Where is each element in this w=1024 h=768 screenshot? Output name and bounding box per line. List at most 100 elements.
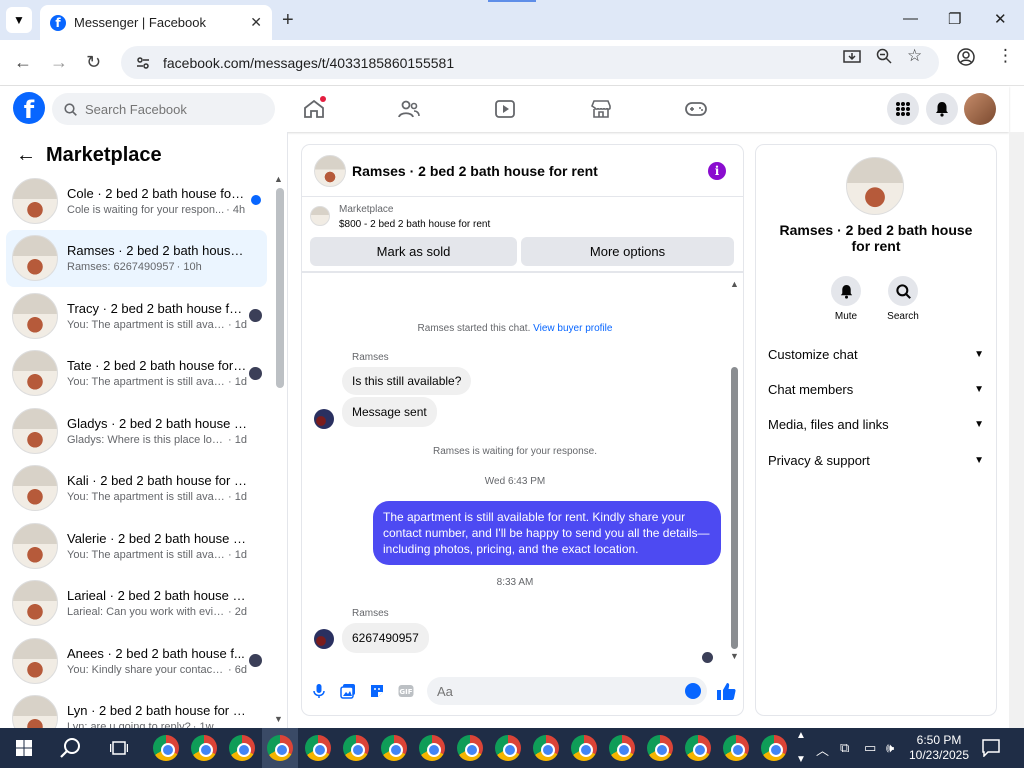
incoming-message[interactable]: Message sent bbox=[342, 397, 437, 427]
chat-scroll-up-arrow[interactable]: ▲ bbox=[730, 279, 739, 289]
chrome-taskbar-icon[interactable] bbox=[647, 735, 673, 761]
chrome-taskbar-icon[interactable] bbox=[305, 735, 331, 761]
privacy-support-row[interactable]: Privacy & support ▼ bbox=[768, 448, 984, 472]
windows-start-icon[interactable] bbox=[16, 740, 32, 756]
facebook-logo-icon[interactable]: f bbox=[13, 92, 45, 124]
gaming-icon[interactable] bbox=[685, 99, 707, 119]
sticker-icon[interactable] bbox=[369, 683, 385, 699]
emoji-icon[interactable] bbox=[685, 683, 701, 699]
taskbar-search-icon[interactable] bbox=[60, 737, 82, 759]
scroll-up-arrow[interactable]: ▲ bbox=[274, 174, 283, 184]
mute-button[interactable]: Mute bbox=[816, 276, 876, 322]
facebook-search-input[interactable] bbox=[85, 101, 265, 117]
bookmark-star-icon[interactable]: ☆ bbox=[907, 46, 922, 66]
notifications-button[interactable] bbox=[926, 93, 958, 125]
sidebar-scrollbar[interactable] bbox=[276, 188, 284, 388]
media-files-links-row[interactable]: Media, files and links ▼ bbox=[768, 412, 984, 436]
conversation-item[interactable]: Larieal · 2 bed 2 bath house for ... Lari… bbox=[6, 575, 267, 633]
search-conversation-button[interactable]: Search bbox=[873, 276, 933, 322]
sender-avatar[interactable] bbox=[314, 629, 334, 649]
chrome-taskbar-icon[interactable] bbox=[571, 735, 597, 761]
meet-now-icon[interactable]: ⧉ bbox=[840, 740, 849, 756]
restore-icon[interactable]: ❐ bbox=[948, 10, 961, 28]
chrome-taskbar-icon[interactable] bbox=[495, 735, 521, 761]
chat-thumbnail[interactable] bbox=[314, 154, 346, 187]
back-arrow-icon[interactable]: ← bbox=[16, 144, 36, 167]
chrome-taskbar-icon[interactable] bbox=[533, 735, 559, 761]
volume-icon[interactable]: 🕪 bbox=[886, 740, 894, 756]
taskbar-scroll-down-icon[interactable]: ▼ bbox=[796, 754, 806, 765]
reload-icon[interactable]: ↻ bbox=[86, 52, 101, 73]
chrome-taskbar-icon[interactable] bbox=[723, 735, 749, 761]
task-view-icon[interactable] bbox=[110, 740, 128, 756]
message-input-box[interactable] bbox=[427, 677, 707, 705]
chrome-taskbar-icon[interactable] bbox=[343, 735, 369, 761]
new-tab-button[interactable]: + bbox=[282, 9, 294, 32]
tab-search-button[interactable]: ▼ bbox=[6, 7, 32, 33]
marketplace-icon[interactable] bbox=[590, 99, 612, 119]
chrome-taskbar-icon[interactable] bbox=[457, 735, 483, 761]
browser-tab[interactable]: f Messenger | Facebook ✕ bbox=[40, 5, 272, 40]
chrome-taskbar-icon[interactable] bbox=[381, 735, 407, 761]
gif-icon[interactable]: GIF bbox=[398, 683, 414, 699]
taskbar-scroll-up-icon[interactable]: ▲ bbox=[796, 730, 806, 741]
chrome-taskbar-icon[interactable] bbox=[609, 735, 635, 761]
chat-scrollbar[interactable] bbox=[731, 367, 738, 649]
more-options-button[interactable]: More options bbox=[521, 237, 734, 266]
zoom-icon[interactable] bbox=[876, 48, 892, 64]
chat-title[interactable]: Ramses · 2 bed 2 bath house for rent bbox=[352, 163, 598, 179]
photo-icon[interactable] bbox=[340, 683, 356, 699]
customize-chat-row[interactable]: Customize chat ▼ bbox=[768, 342, 984, 366]
info-icon[interactable]: i bbox=[708, 162, 726, 180]
chrome-taskbar-icon[interactable] bbox=[685, 735, 711, 761]
message-input[interactable] bbox=[437, 683, 677, 699]
scroll-down-arrow[interactable]: ▼ bbox=[274, 714, 283, 724]
back-icon[interactable]: ← bbox=[14, 52, 32, 73]
chrome-taskbar-icon[interactable] bbox=[267, 735, 293, 761]
outgoing-message[interactable]: The apartment is still available for ren… bbox=[373, 501, 721, 565]
chrome-taskbar-icon[interactable] bbox=[191, 735, 217, 761]
conversation-item[interactable]: Anees · 2 bed 2 bath house f... You: Kind… bbox=[6, 632, 267, 690]
profile-icon[interactable] bbox=[957, 48, 975, 66]
close-tab-icon[interactable]: ✕ bbox=[250, 14, 262, 31]
microphone-icon[interactable] bbox=[311, 683, 327, 699]
forward-icon[interactable]: → bbox=[50, 52, 68, 73]
close-window-icon[interactable]: ✕ bbox=[994, 10, 1007, 28]
site-settings-icon[interactable] bbox=[135, 55, 151, 71]
incoming-message[interactable]: 6267490957 bbox=[342, 623, 429, 653]
conversation-item[interactable]: Kali · 2 bed 2 bath house for rent You: T… bbox=[6, 460, 267, 518]
chat-members-row[interactable]: Chat members ▼ bbox=[768, 377, 984, 401]
video-icon[interactable] bbox=[494, 99, 516, 119]
browser-menu-icon[interactable]: ⋮ bbox=[997, 46, 1014, 66]
address-bar[interactable]: facebook.com/messages/t/4033185860155581 bbox=[121, 46, 939, 79]
account-avatar[interactable] bbox=[964, 93, 996, 125]
chrome-taskbar-icon[interactable] bbox=[419, 735, 445, 761]
like-thumbs-up-icon[interactable] bbox=[716, 681, 736, 701]
notification-center-icon[interactable] bbox=[982, 739, 1000, 757]
friends-icon[interactable] bbox=[398, 99, 420, 119]
chat-scroll-down-arrow[interactable]: ▼ bbox=[730, 651, 739, 661]
conversation-item[interactable]: Lyn · 2 bed 2 bath house for rent Lyn: ar… bbox=[6, 690, 267, 728]
incoming-message[interactable]: Is this still available? bbox=[342, 367, 472, 395]
conversation-item[interactable]: Tate · 2 bed 2 bath house for ... You: Th… bbox=[6, 345, 267, 403]
page-scrollbar[interactable] bbox=[1009, 132, 1024, 728]
mark-as-sold-button[interactable]: Mark as sold bbox=[310, 237, 517, 266]
show-hidden-icons-icon[interactable]: ︿ bbox=[816, 740, 829, 759]
home-icon[interactable] bbox=[303, 99, 325, 119]
minimize-icon[interactable]: — bbox=[903, 10, 918, 27]
facebook-search[interactable] bbox=[52, 93, 275, 125]
conversation-item[interactable]: Tracy · 2 bed 2 bath house fo... You: The… bbox=[6, 287, 267, 345]
view-buyer-profile-link[interactable]: View buyer profile bbox=[533, 323, 612, 334]
conversation-item[interactable]: Cole · 2 bed 2 bath house for ... Cole is… bbox=[6, 172, 267, 230]
conversation-item[interactable]: Gladys · 2 bed 2 bath house for ... Glady… bbox=[6, 402, 267, 460]
install-app-icon[interactable] bbox=[843, 48, 861, 66]
chrome-taskbar-icon[interactable] bbox=[229, 735, 255, 761]
system-clock[interactable]: 6:50 PM 10/23/2025 bbox=[900, 733, 978, 763]
sender-avatar[interactable] bbox=[314, 409, 334, 429]
conversation-item[interactable]: Valerie · 2 bed 2 bath house for ... You:… bbox=[6, 517, 267, 575]
chrome-taskbar-icon[interactable] bbox=[153, 735, 179, 761]
menu-button[interactable] bbox=[887, 93, 919, 125]
network-icon[interactable]: ▭ bbox=[864, 740, 876, 756]
conversation-item[interactable]: Ramses · 2 bed 2 bath house fo... Ramses:… bbox=[6, 229, 267, 287]
chrome-taskbar-icon[interactable] bbox=[761, 735, 787, 761]
